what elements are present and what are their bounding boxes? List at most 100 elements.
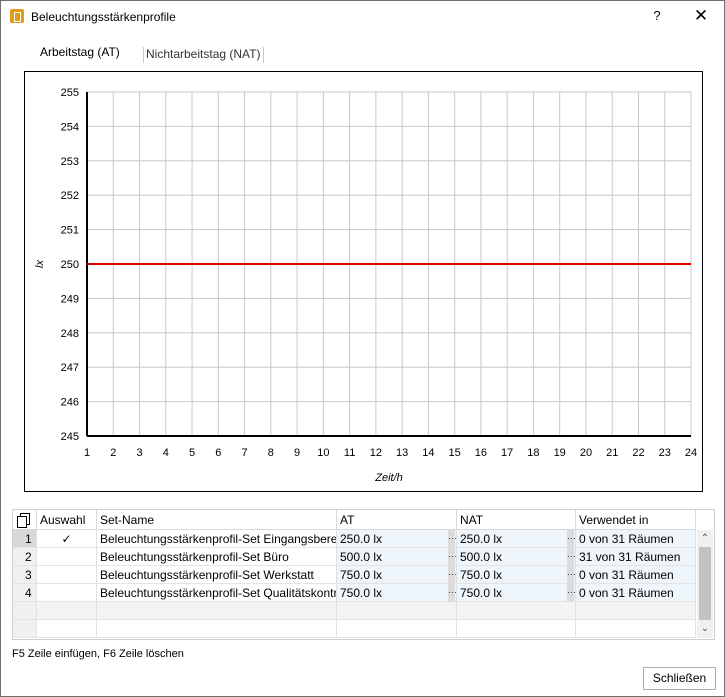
empty-cell [97,620,337,638]
row-number [13,620,37,638]
x-tick-label: 9 [294,447,300,459]
x-tick-label: 14 [422,447,434,459]
column-header-verwendet-in[interactable]: Verwendet in [576,510,696,530]
row-select-checkbox[interactable] [37,548,97,566]
y-tick-label: 252 [61,190,79,202]
row-number: 3 [13,566,37,584]
x-tick-label: 18 [527,447,539,459]
help-button[interactable]: ? [649,7,665,25]
row-select-checkbox[interactable] [37,584,97,602]
column-header-nat[interactable]: NAT [457,510,576,530]
y-tick-label: 245 [61,431,79,443]
ellipsis-button[interactable]: ··· [567,584,576,602]
at-value-cell[interactable]: 500.0 lx [337,548,457,566]
x-tick-label: 13 [396,447,408,459]
app-icon [10,9,24,23]
y-tick-label: 249 [61,293,79,305]
y-tick-label: 254 [61,121,79,133]
close-button[interactable]: Schließen [643,667,716,690]
row-number: 2 [13,548,37,566]
empty-cell [97,602,337,620]
empty-cell [37,602,97,620]
row-select-checkbox[interactable]: ✓ [37,530,97,548]
x-tick-label: 3 [136,447,142,459]
y-tick-label: 255 [61,87,79,99]
set-name-cell[interactable]: Beleuchtungsstärkenprofil-Set Eingangsbe… [97,530,337,548]
empty-cell [457,620,576,638]
nat-value-cell[interactable]: 250.0 lx [457,530,576,548]
used-in-cell[interactable]: 0 von 31 Räumen [576,584,696,602]
ellipsis-button[interactable]: ··· [448,530,457,548]
column-header-auswahl[interactable]: Auswahl [37,510,97,530]
empty-cell [337,602,457,620]
empty-cell [37,620,97,638]
dialog-window: Beleuchtungsstärkenprofile ? ✕ Arbeitsta… [0,0,725,697]
table-row[interactable]: 3 Beleuchtungsstärkenprofil-Set Werkstatt… [13,566,696,584]
set-name-cell[interactable]: Beleuchtungsstärkenprofil-Set Werkstatt [97,566,337,584]
x-tick-label: 8 [268,447,274,459]
y-tick-label: 246 [61,397,79,409]
copy-header[interactable] [13,510,37,530]
ellipsis-button[interactable]: ··· [448,548,457,566]
x-tick-label: 6 [215,447,221,459]
at-value-cell[interactable]: 750.0 lx [337,584,457,602]
empty-cell [457,602,576,620]
row-select-checkbox[interactable] [37,566,97,584]
empty-row [13,602,696,620]
keyboard-hint: F5 Zeile einfügen, F6 Zeile löschen [12,648,184,660]
scroll-down-icon[interactable]: ⌄ [697,622,713,636]
scroll-up-icon[interactable]: ⌃ [697,532,713,546]
ellipsis-button[interactable]: ··· [567,566,576,584]
x-tick-label: 15 [449,447,461,459]
x-tick-label: 22 [632,447,644,459]
x-tick-label: 5 [189,447,195,459]
x-axis-label: Zeit/h [374,472,403,484]
nat-value-cell[interactable]: 500.0 lx [457,548,576,566]
line-chart: 1 2 3 4 5 6 7 8 9 10 11 12 13 14 15 16 17 18 19 20 21 22 23 242… [34,87,697,484]
table-row[interactable]: 1 ✓ Beleuchtungsstärkenprofil-Set Eingangs… [13,530,696,548]
x-tick-label: 23 [659,447,671,459]
window-title: Beleuchtungsstärkenprofile [31,10,176,24]
used-in-cell[interactable]: 0 von 31 Räumen [576,530,696,548]
tab-nichtarbeitstag[interactable]: Nichtarbeitstag (NAT) [143,47,265,63]
set-name-cell[interactable]: Beleuchtungsstärkenprofil-Set Qualitätsk… [97,584,337,602]
ellipsis-button[interactable]: ··· [448,566,457,584]
vertical-scrollbar[interactable]: ⌃ ⌄ [697,530,713,638]
ellipsis-button[interactable]: ··· [448,584,457,602]
x-tick-label: 11 [344,447,355,459]
y-axis-label: lx [34,260,46,268]
nat-value-cell[interactable]: 750.0 lx [457,584,576,602]
x-tick-label: 20 [580,447,592,459]
tab-arbeitstag[interactable]: Arbeitstag (AT) [40,45,120,59]
profile-set-table: Auswahl Set-Name AT NAT Verwendet in 1 ✓ B… [12,509,715,640]
ellipsis-button[interactable]: ··· [567,548,576,566]
set-name-cell[interactable]: Beleuchtungsstärkenprofil-Set Büro [97,548,337,566]
y-tick-label: 253 [61,156,79,168]
x-tick-label: 12 [370,447,382,459]
ellipsis-button[interactable]: ··· [567,530,576,548]
scroll-thumb[interactable] [699,547,711,620]
x-tick-label: 24 [685,447,697,459]
used-in-cell[interactable]: 31 von 31 Räumen [576,548,696,566]
x-tick-label: 17 [501,447,513,459]
at-value-cell[interactable]: 250.0 lx [337,530,457,548]
table-row[interactable]: 4 Beleuchtungsstärkenprofil-Set Qualitäts… [13,584,696,602]
column-header-at[interactable]: AT [337,510,457,530]
at-value-cell[interactable]: 750.0 lx [337,566,457,584]
row-number [13,602,37,620]
used-in-cell[interactable]: 0 von 31 Räumen [576,566,696,584]
row-number: 1 [13,530,37,548]
x-tick-label: 4 [163,447,169,459]
y-tick-label: 248 [61,328,79,340]
table-row[interactable]: 2 Beleuchtungsstärkenprofil-Set Büro 500.0… [13,548,696,566]
empty-cell [576,620,696,638]
x-tick-label: 1 [84,447,90,459]
empty-cell [337,620,457,638]
column-header-set-name[interactable]: Set-Name [97,510,337,530]
title-bar: Beleuchtungsstärkenprofile ? ✕ [1,1,724,33]
close-icon[interactable]: ✕ [689,5,713,27]
nat-value-cell[interactable]: 750.0 lx [457,566,576,584]
x-tick-label: 10 [317,447,329,459]
copy-icon[interactable] [17,513,30,528]
x-tick-label: 16 [475,447,487,459]
